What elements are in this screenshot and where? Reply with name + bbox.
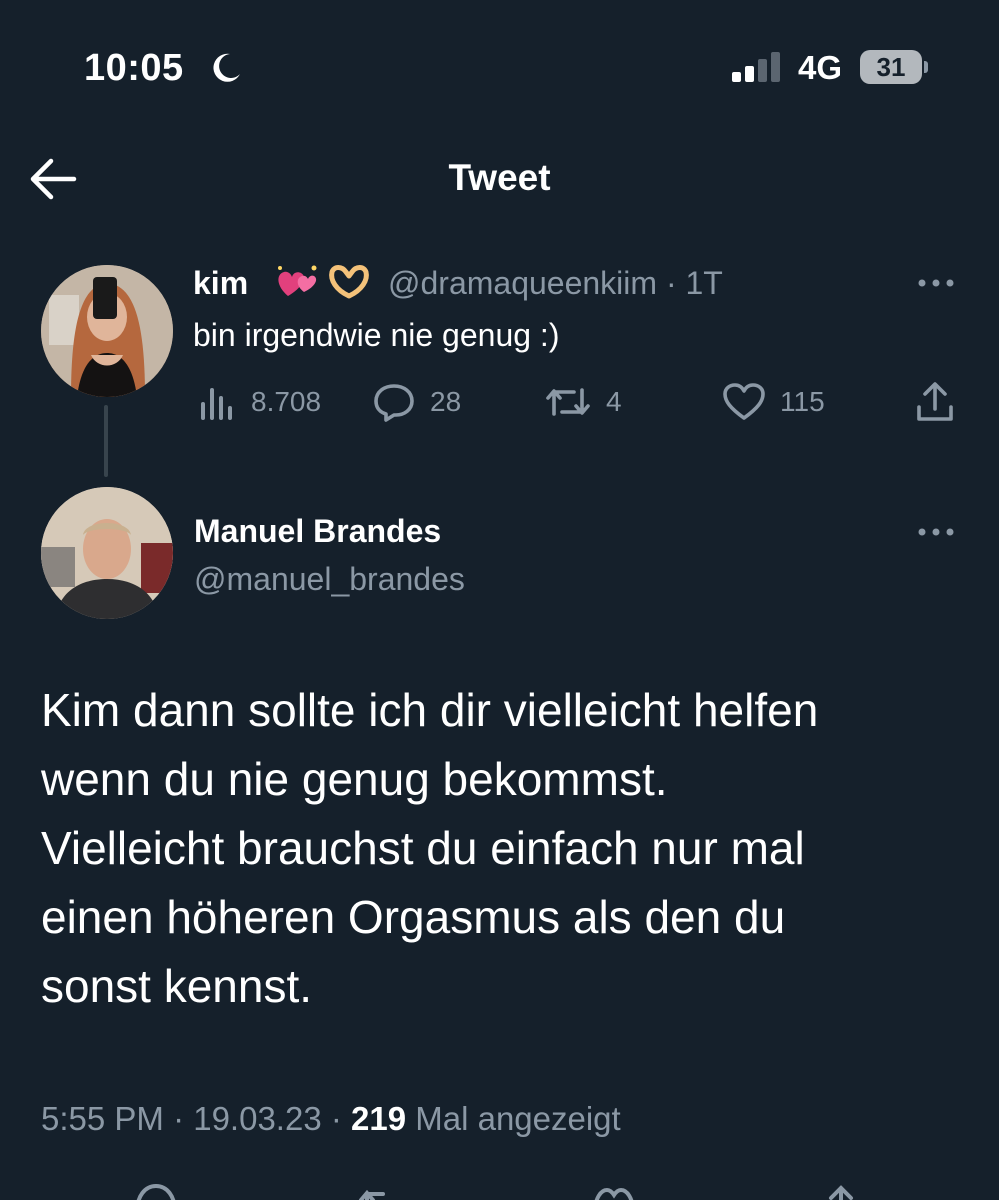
reply-icon[interactable] [133, 1182, 179, 1200]
moon-icon [213, 53, 240, 82]
share-button[interactable] [913, 380, 957, 424]
heart-icon[interactable] [591, 1182, 637, 1200]
author-handle-kim[interactable]: @dramaqueenkiim · 1T [388, 264, 723, 302]
main-tweet-text: Kim dann sollte ich dir vielleicht helfe… [41, 676, 971, 1021]
share-icon [917, 382, 953, 421]
author-handle-manuel[interactable]: @manuel_brandes [194, 560, 465, 598]
avatar-kim[interactable] [41, 265, 173, 397]
tweet-text-line: einen höheren Orgasmus als den du [41, 891, 786, 943]
tweet-views-label: Mal angezeigt [406, 1100, 621, 1137]
battery-tip [924, 61, 928, 73]
more-options-icon[interactable] [916, 524, 956, 540]
parent-tweet-text: bin irgendwie nie genug :) [193, 317, 560, 353]
reply-icon [374, 384, 414, 422]
avatar-manuel-image [41, 487, 173, 619]
retweet-count: 4 [606, 386, 622, 417]
reply-count: 28 [430, 386, 462, 417]
tweet-text-line: sonst kennst. [41, 960, 313, 1012]
page-title: Tweet [448, 157, 551, 198]
views-button[interactable]: 8.708 [197, 380, 321, 424]
analytics-icon [201, 388, 232, 420]
signal-icon [732, 52, 780, 82]
battery-icon: 31 [860, 50, 928, 84]
network-type: 4G [798, 49, 843, 86]
author-name-manuel[interactable]: Manuel Brandes [194, 512, 441, 550]
avatar-manuel[interactable] [41, 487, 173, 619]
avatar-kim-image [41, 265, 173, 397]
heart-icon [723, 383, 765, 420]
tweet-views-count[interactable]: 219 [351, 1100, 406, 1137]
retweet-button[interactable]: 4 [544, 380, 622, 424]
more-options-icon[interactable] [916, 275, 956, 291]
retweet-icon [546, 388, 590, 416]
tweet-text-line: wenn du nie genug bekommst. [41, 753, 668, 805]
sparkling-hearts-emoji [278, 265, 317, 296]
views-count: 8.708 [251, 386, 322, 417]
tweet-text-line: Vielleicht brauchst du einfach nur mal [41, 822, 805, 874]
battery-level: 31 [860, 50, 922, 84]
reply-button[interactable]: 28 [372, 380, 461, 424]
author-name-kim[interactable]: kim [193, 264, 248, 302]
tweet-timestamp: 5:55 PM · 19.03.23 · [41, 1100, 352, 1137]
retweet-icon[interactable] [357, 1182, 403, 1200]
tweet-meta: 5:55 PM · 19.03.23 · 219 Mal angezeigt [41, 1098, 621, 1140]
heart-hands-emoji [329, 265, 369, 299]
thread-line [104, 405, 108, 477]
tweet-detail-screen: 10:05 4G 31 Tweet kim @dramaqueenkiim · … [0, 0, 999, 1200]
tweet-text-line: Kim dann sollte ich dir vielleicht helfe… [41, 684, 819, 736]
status-time: 10:05 [84, 47, 184, 89]
like-count: 115 [780, 386, 825, 417]
like-button[interactable]: 115 [722, 380, 825, 424]
share-icon[interactable] [818, 1182, 864, 1200]
